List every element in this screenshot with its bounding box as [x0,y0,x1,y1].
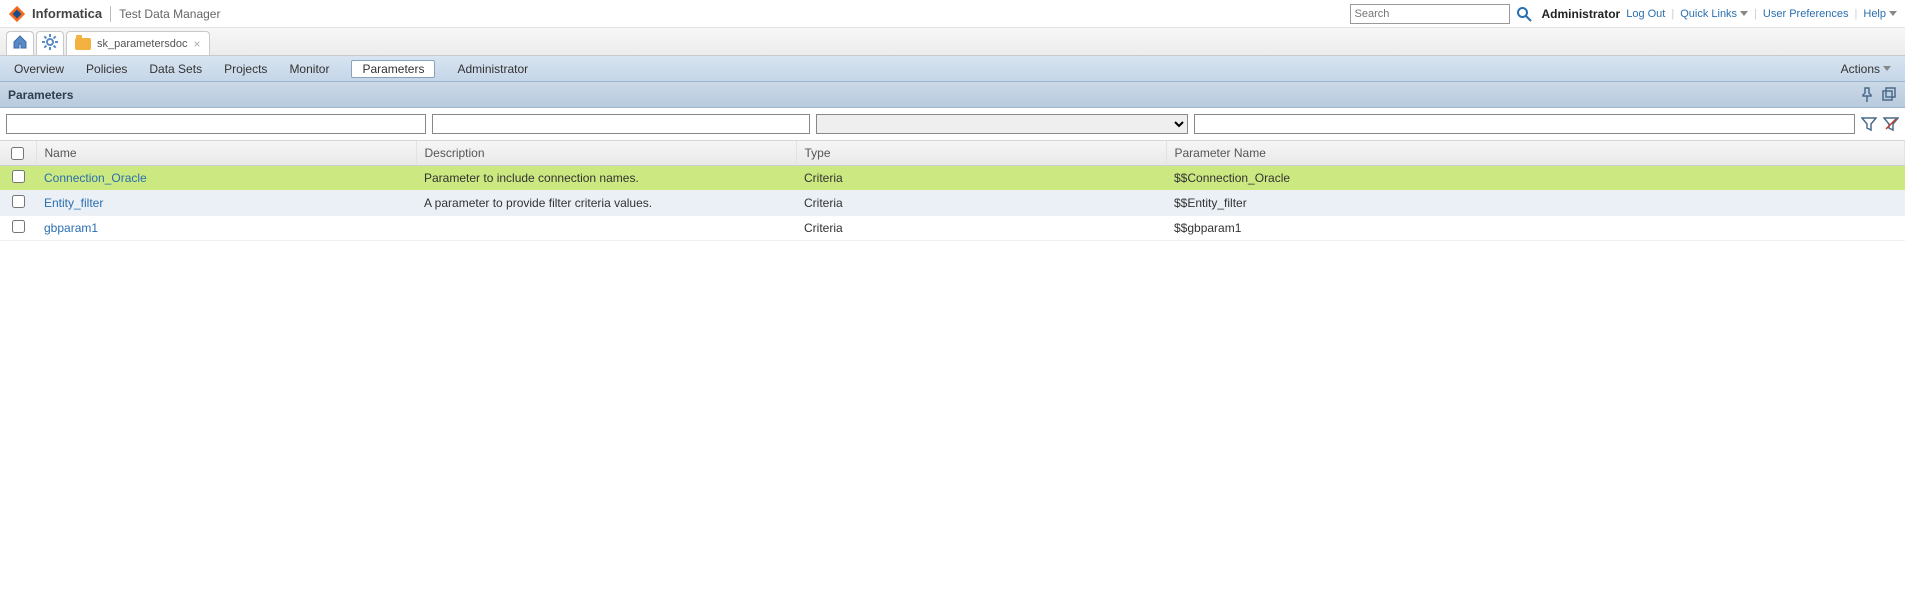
workspace-tab-bar: sk_parametersdoc × [0,28,1905,56]
parameter-name-link[interactable]: Connection_Oracle [44,171,147,185]
filter-icon[interactable] [1861,116,1877,132]
table-row[interactable]: gbparam1 Criteria $$gbparam1 [0,216,1905,241]
cell-parameter-name: $$Connection_Oracle [1166,166,1905,191]
parameter-name-link[interactable]: Entity_filter [44,196,103,210]
cell-type: Criteria [796,191,1166,216]
close-tab-icon[interactable]: × [194,37,201,51]
cell-description: Parameter to include connection names. [416,166,796,191]
chevron-down-icon [1889,11,1897,16]
panel-header: Parameters [0,82,1905,108]
cell-type: Criteria [796,216,1166,241]
home-icon [12,34,28,53]
row-checkbox[interactable] [12,220,25,233]
informatica-logo-icon [8,5,26,23]
admin-gear-tab[interactable] [36,31,64,55]
table-row[interactable]: Connection_Oracle Parameter to include c… [0,166,1905,191]
logout-link[interactable]: Log Out [1626,8,1665,20]
row-checkbox[interactable] [12,170,25,183]
brand-bar: Informatica Test Data Manager Administra… [0,0,1905,28]
nav-data-sets[interactable]: Data Sets [149,62,202,76]
project-subnav: Overview Policies Data Sets Projects Mon… [0,56,1905,82]
select-all-checkbox[interactable] [11,147,24,160]
actions-menu[interactable]: Actions [1841,62,1891,76]
cell-parameter-name: $$Entity_filter [1166,191,1905,216]
brand-company: Informatica [32,6,102,21]
chevron-down-icon [1740,11,1748,16]
filter-row [0,108,1905,141]
cell-type: Criteria [796,166,1166,191]
home-tab[interactable] [6,31,34,55]
search-input[interactable] [1350,4,1510,24]
col-header-type[interactable]: Type [796,141,1166,166]
project-tab-label: sk_parametersdoc [97,38,188,50]
nav-parameters[interactable]: Parameters [351,60,435,78]
nav-projects[interactable]: Projects [224,62,267,76]
folder-icon [75,38,91,50]
nav-overview[interactable]: Overview [14,62,64,76]
filter-type-select[interactable] [816,114,1188,134]
quick-links-menu[interactable]: Quick Links [1680,8,1748,20]
grid-container: Name Description Type Parameter Name Con… [0,141,1905,608]
clear-filter-icon[interactable] [1883,116,1899,132]
cell-description: A parameter to provide filter criteria v… [416,191,796,216]
nav-administrator[interactable]: Administrator [457,62,528,76]
current-user: Administrator [1542,7,1621,21]
brand-separator [110,6,111,22]
filter-parameter-name-input[interactable] [1194,114,1855,134]
filter-description-input[interactable] [432,114,810,134]
row-checkbox[interactable] [12,195,25,208]
cell-description [416,216,796,241]
nav-monitor[interactable]: Monitor [289,62,329,76]
brand-app: Test Data Manager [119,7,220,21]
filter-name-input[interactable] [6,114,426,134]
help-menu[interactable]: Help [1863,8,1897,20]
table-row[interactable]: Entity_filter A parameter to provide fil… [0,191,1905,216]
panel-title: Parameters [8,88,73,102]
gear-icon [42,34,58,53]
col-header-name[interactable]: Name [36,141,416,166]
col-header-parameter-name[interactable]: Parameter Name [1166,141,1905,166]
col-header-description[interactable]: Description [416,141,796,166]
detach-icon[interactable] [1881,87,1897,103]
nav-policies[interactable]: Policies [86,62,127,76]
parameters-table: Name Description Type Parameter Name Con… [0,141,1905,241]
search-icon[interactable] [1516,6,1532,22]
project-tab[interactable]: sk_parametersdoc × [66,31,210,55]
chevron-down-icon [1883,66,1891,71]
cell-parameter-name: $$gbparam1 [1166,216,1905,241]
parameter-name-link[interactable]: gbparam1 [44,221,98,235]
user-preferences-link[interactable]: User Preferences [1763,8,1849,20]
pin-icon[interactable] [1859,87,1875,103]
